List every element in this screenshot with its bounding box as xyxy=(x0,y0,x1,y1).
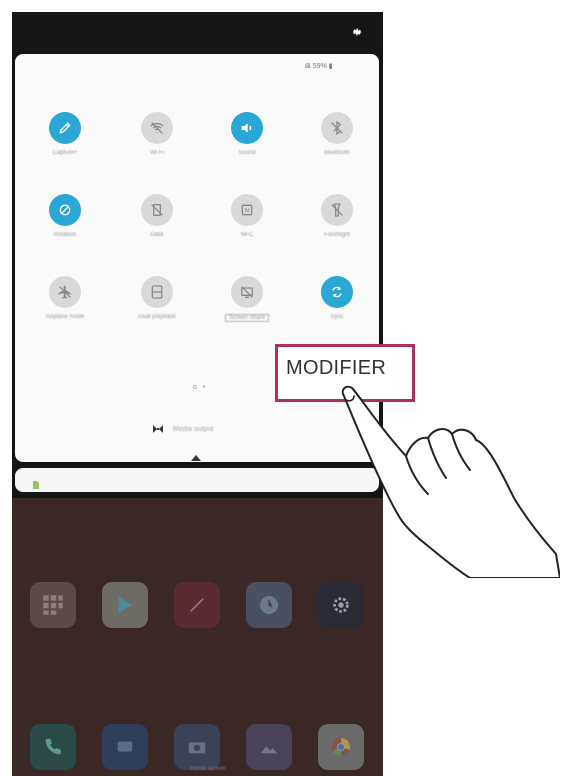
settings-gear-icon[interactable] xyxy=(346,21,368,43)
gallery-icon[interactable] xyxy=(246,724,292,770)
dual-playback-icon xyxy=(141,276,173,308)
tile-label: Capture+ xyxy=(52,150,78,156)
rotation-icon xyxy=(49,194,81,226)
media-output-label: Media output xyxy=(173,425,214,433)
airplane-icon xyxy=(49,276,81,308)
tile-sync[interactable]: Sync xyxy=(291,276,383,346)
notification-icon xyxy=(33,476,39,494)
tile-nfc[interactable]: N NFC xyxy=(201,194,293,264)
tile-label: Dual playback xyxy=(138,314,176,320)
tile-capture-plus[interactable]: Capture+ xyxy=(19,112,111,182)
tile-label: Airplane mode xyxy=(45,314,85,320)
top-strip xyxy=(12,12,383,52)
media-output-icon xyxy=(153,420,163,438)
tile-wifi[interactable]: Wi-Fi xyxy=(111,112,203,182)
tile-label: Flashlight xyxy=(324,232,350,238)
status-bar: ⊠ 59% ▮ xyxy=(305,62,333,70)
tile-data[interactable]: Data xyxy=(111,194,203,264)
clock-icon[interactable] xyxy=(246,582,292,628)
data-icon xyxy=(141,194,173,226)
tile-label: Rotation xyxy=(53,232,77,238)
chrome-icon[interactable] xyxy=(318,724,364,770)
dock-label: Home screen xyxy=(190,766,226,772)
tile-label: Sound xyxy=(238,150,256,156)
tile-sound[interactable]: Sound xyxy=(201,112,293,182)
media-output-row[interactable]: Media output xyxy=(153,420,213,438)
tile-label: Sync xyxy=(330,314,344,320)
tile-airplane-mode[interactable]: Airplane mode xyxy=(19,276,111,346)
pointing-hand-icon xyxy=(341,385,560,578)
notification-card[interactable] xyxy=(15,468,379,492)
messages-icon[interactable] xyxy=(102,724,148,770)
sound-icon xyxy=(231,112,263,144)
tile-screen-share[interactable]: Screen share xyxy=(201,276,293,346)
camera-icon[interactable] xyxy=(174,724,220,770)
phone-icon[interactable] xyxy=(30,724,76,770)
tile-label: NFC xyxy=(240,232,254,238)
tile-label: Screen share xyxy=(225,314,269,322)
page-indicator: o • xyxy=(193,384,208,391)
svg-text:N: N xyxy=(245,208,250,215)
tile-flashlight[interactable]: Flashlight xyxy=(291,194,383,264)
bluetooth-icon xyxy=(321,112,353,144)
notes-icon[interactable] xyxy=(174,582,220,628)
tile-rotation[interactable]: Rotation xyxy=(19,194,111,264)
tile-dual-playback[interactable]: Dual playback xyxy=(111,276,203,346)
capture-plus-icon xyxy=(49,112,81,144)
modifier-label: MODIFIER xyxy=(286,357,387,379)
flashlight-icon xyxy=(321,194,353,226)
tile-bluetooth[interactable]: Bluetooth xyxy=(291,112,383,182)
tile-label: Data xyxy=(150,232,164,238)
screen-share-icon xyxy=(231,276,263,308)
tile-label: Bluetooth xyxy=(324,150,350,156)
wifi-icon xyxy=(141,112,173,144)
play-store-icon[interactable] xyxy=(102,582,148,628)
collapse-chevron-icon[interactable] xyxy=(191,448,201,466)
home-screen: Home screen xyxy=(12,498,383,776)
status-bar-text: ⊠ 59% ▮ xyxy=(305,63,333,70)
tile-label: Wi-Fi xyxy=(150,150,164,156)
app-grid-icon[interactable] xyxy=(30,582,76,628)
sync-icon xyxy=(321,276,353,308)
settings-app-icon[interactable] xyxy=(318,582,364,628)
nfc-icon: N xyxy=(231,194,263,226)
